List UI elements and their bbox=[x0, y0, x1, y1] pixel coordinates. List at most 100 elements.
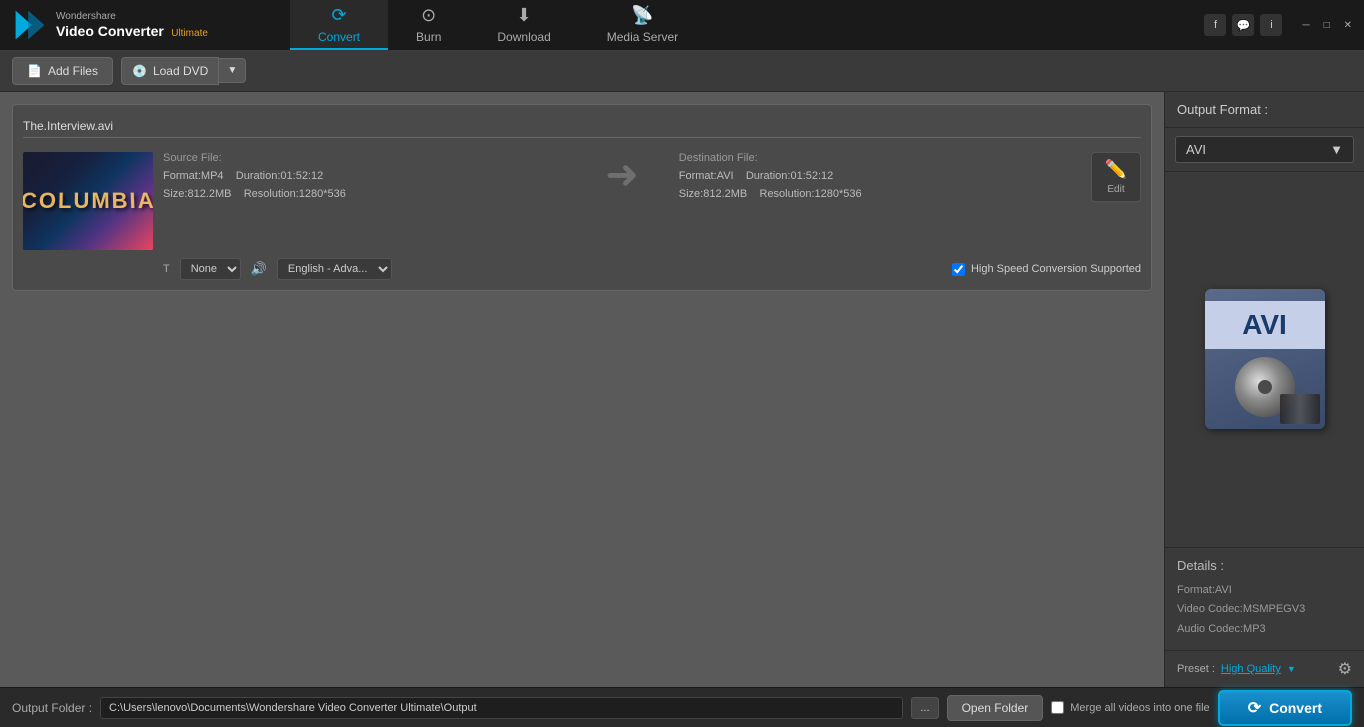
more-options-button[interactable]: ... bbox=[911, 697, 938, 719]
load-dvd-label: Load DVD bbox=[153, 64, 208, 78]
format-selector: AVI ▼ bbox=[1165, 128, 1364, 172]
preset-arrow-icon: ▼ bbox=[1287, 664, 1296, 674]
gear-settings-icon[interactable]: ⚙ bbox=[1338, 659, 1352, 679]
source-label: Source File: bbox=[163, 152, 565, 164]
add-files-button[interactable]: 📄 Add Files bbox=[12, 57, 113, 85]
output-path-input[interactable] bbox=[100, 697, 903, 719]
minimize-button[interactable]: ─ bbox=[1298, 18, 1313, 33]
close-button[interactable]: ✕ bbox=[1340, 18, 1356, 33]
source-size-value: 812.2MB bbox=[187, 188, 231, 200]
maximize-button[interactable]: □ bbox=[1320, 18, 1334, 33]
subtitle-select[interactable]: None bbox=[180, 258, 241, 280]
preset-value[interactable]: High Quality bbox=[1221, 663, 1281, 675]
wondershare-label: Wondershare bbox=[56, 11, 208, 23]
product-name-label: Video Converter bbox=[56, 23, 164, 39]
facebook-icon[interactable]: f bbox=[1204, 14, 1226, 36]
format-preview: AVI bbox=[1165, 172, 1364, 547]
edit-label: Edit bbox=[1107, 184, 1124, 195]
tab-media-server[interactable]: 📡 Media Server bbox=[579, 0, 706, 50]
output-format-label: Output Format : bbox=[1177, 102, 1268, 117]
tab-download-label: Download bbox=[497, 30, 550, 44]
high-speed-label: High Speed Conversion Supported bbox=[971, 263, 1141, 275]
conversion-arrow-icon: ➜ bbox=[575, 152, 669, 198]
info-icon[interactable]: i bbox=[1260, 14, 1282, 36]
convert-tab-icon: ⟳ bbox=[331, 5, 346, 26]
subtitle-icon: T bbox=[163, 263, 170, 275]
source-resolution-value: 1280*536 bbox=[299, 188, 346, 200]
dest-duration-label: Duration: bbox=[746, 170, 791, 182]
details-header: Details : bbox=[1177, 558, 1352, 573]
source-file-details: Source File: Format:MP4 Duration:01:52:1… bbox=[163, 152, 565, 203]
dest-format-label: Format: bbox=[679, 170, 717, 182]
high-speed-check: High Speed Conversion Supported bbox=[952, 263, 1141, 276]
tab-burn[interactable]: ⊙ Burn bbox=[388, 0, 469, 50]
details-section: Details : Format:AVI Video Codec:MSMPEGV… bbox=[1165, 547, 1364, 650]
dest-size-value: 812.2MB bbox=[703, 188, 747, 200]
convert-button[interactable]: ⟳ Convert bbox=[1218, 690, 1352, 726]
convert-button-label: Convert bbox=[1269, 700, 1322, 716]
chat-icon[interactable]: 💬 bbox=[1232, 14, 1254, 36]
merge-label: Merge all videos into one file bbox=[1070, 702, 1209, 714]
preset-section: Preset : High Quality ▼ ⚙ bbox=[1165, 650, 1364, 687]
format-dropdown-arrow: ▼ bbox=[1330, 142, 1343, 157]
source-format-label: Format: bbox=[163, 170, 201, 182]
source-resolution-label: Resolution: bbox=[244, 188, 299, 200]
dest-label: Destination File: bbox=[679, 152, 1081, 164]
merge-checkbox-group: Merge all videos into one file bbox=[1051, 701, 1209, 714]
source-size-row: Size:812.2MB Resolution:1280*536 bbox=[163, 186, 565, 204]
source-format-value: MP4 bbox=[201, 170, 224, 182]
output-folder-label: Output Folder : bbox=[12, 701, 92, 715]
nav-tabs: ⟳ Convert ⊙ Burn ⬇ Download 📡 Media Serv… bbox=[290, 0, 1196, 50]
bottom-bar: Output Folder : ... Open Folder Merge al… bbox=[0, 687, 1364, 727]
right-panel: Output Format : AVI ▼ AVI Details : Form… bbox=[1164, 92, 1364, 687]
file-item-title-row: The.Interview.avi bbox=[23, 115, 1141, 138]
dest-resolution-value: 1280*536 bbox=[815, 188, 862, 200]
tab-convert-label: Convert bbox=[318, 30, 360, 44]
load-dvd-dropdown-arrow[interactable]: ▼ bbox=[219, 58, 246, 83]
format-dropdown[interactable]: AVI ▼ bbox=[1175, 136, 1354, 163]
main-layout: The.Interview.avi COLUMBIA Source File: … bbox=[0, 92, 1364, 687]
source-duration-label: Duration: bbox=[236, 170, 281, 182]
add-files-label: Add Files bbox=[48, 64, 98, 78]
dest-format-value: AVI bbox=[717, 170, 734, 182]
thumbnail-text: COLUMBIA bbox=[23, 188, 153, 214]
tab-convert[interactable]: ⟳ Convert bbox=[290, 0, 388, 50]
source-size-label: Size: bbox=[163, 188, 187, 200]
merge-checkbox[interactable] bbox=[1051, 701, 1064, 714]
app-logo-icon bbox=[12, 7, 48, 43]
tab-download[interactable]: ⬇ Download bbox=[469, 0, 578, 50]
format-detail: Format:AVI bbox=[1177, 581, 1352, 601]
load-dvd-button[interactable]: 💿 Load DVD bbox=[121, 57, 219, 85]
file-item: The.Interview.avi COLUMBIA Source File: … bbox=[12, 104, 1152, 291]
download-tab-icon: ⬇ bbox=[517, 5, 532, 26]
media-server-tab-icon: 📡 bbox=[631, 5, 653, 26]
dest-size-label: Size: bbox=[679, 188, 703, 200]
open-folder-button[interactable]: Open Folder bbox=[947, 695, 1044, 721]
audio-codec-detail: Audio Codec:MP3 bbox=[1177, 620, 1352, 640]
file-controls-row: T None 🔊 English - Adva... High Speed Co… bbox=[23, 258, 1141, 280]
source-format-row: Format:MP4 Duration:01:52:12 bbox=[163, 168, 565, 186]
dest-size-row: Size:812.2MB Resolution:1280*536 bbox=[679, 186, 1081, 204]
edit-button[interactable]: ✏️ Edit bbox=[1091, 152, 1141, 202]
video-codec-detail: Video Codec:MSMPEGV3 bbox=[1177, 600, 1352, 620]
high-speed-checkbox[interactable] bbox=[952, 263, 965, 276]
format-dropdown-value: AVI bbox=[1186, 142, 1206, 157]
source-duration-value: 01:52:12 bbox=[280, 170, 323, 182]
preset-label: Preset : bbox=[1177, 663, 1215, 675]
edit-icon: ✏️ bbox=[1105, 159, 1127, 180]
tab-media-server-label: Media Server bbox=[607, 30, 678, 44]
tab-burn-label: Burn bbox=[416, 30, 441, 44]
content-area: The.Interview.avi COLUMBIA Source File: … bbox=[0, 92, 1164, 687]
social-icons: f 💬 i bbox=[1196, 0, 1290, 50]
destination-file-details: Destination File: Format:AVI Duration:01… bbox=[679, 152, 1081, 203]
file-thumbnail: COLUMBIA bbox=[23, 152, 153, 250]
avi-label-text: AVI bbox=[1205, 301, 1325, 349]
title-bar: Wondershare Video Converter Ultimate ⟳ C… bbox=[0, 0, 1364, 50]
audio-select[interactable]: English - Adva... bbox=[277, 258, 392, 280]
audio-icon: 🔊 bbox=[251, 261, 267, 277]
avi-film-strip bbox=[1280, 394, 1320, 424]
output-format-header: Output Format : bbox=[1165, 92, 1364, 128]
logo-text: Wondershare Video Converter Ultimate bbox=[56, 11, 208, 40]
file-item-main-row: COLUMBIA Source File: Format:MP4 Duratio… bbox=[23, 152, 1141, 250]
avi-format-icon: AVI bbox=[1205, 289, 1325, 429]
